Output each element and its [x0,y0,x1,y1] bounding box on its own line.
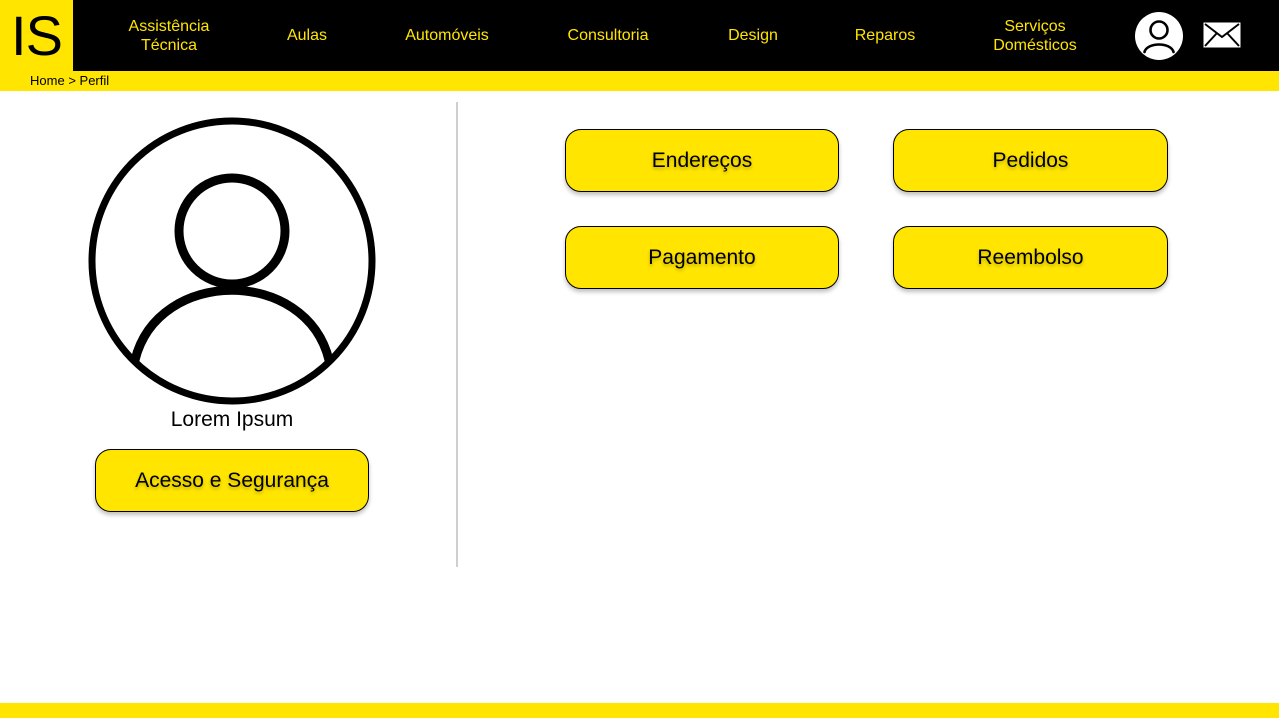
page: IS Assistência Técnica Aulas Automóveis … [0,0,1279,718]
nav-item-label: Serviços [1004,17,1066,35]
addresses-button[interactable]: Endereços [565,129,839,192]
nav-item-label: Técnica [140,36,197,54]
user-avatar-icon [88,117,376,405]
nav-item-label: Domésticos [993,36,1077,54]
footer-bar [0,703,1279,718]
nav-item-design[interactable]: Design [713,0,793,71]
nav-item-reparos[interactable]: Reparos [845,0,925,71]
nav-item-label: Design [728,27,778,44]
nav-item-consultoria[interactable]: Consultoria [553,0,663,71]
breadcrumb: Home > Perfil [30,73,109,88]
access-security-button[interactable]: Acesso e Segurança [95,449,369,512]
nav-item-aulas[interactable]: Aulas [267,0,347,71]
breadcrumb-separator: > [68,73,76,88]
profile-button[interactable] [1135,12,1183,60]
nav-item-label: Assistência [128,17,210,35]
nav-item-label: Aulas [286,27,328,44]
nav-item-label: Consultoria [567,27,649,44]
top-navigation-bar: IS Assistência Técnica Aulas Automóveis … [0,0,1279,71]
nav-item-label: Reparos [854,27,916,44]
nav-item-label: Automóveis [405,27,489,44]
brand-logo[interactable]: IS [0,0,73,71]
orders-button[interactable]: Pedidos [893,129,1168,192]
breadcrumb-home-link[interactable]: Home [30,73,65,88]
vertical-divider [456,102,458,567]
user-name: Lorem Ipsum [170,408,294,431]
breadcrumb-current: Perfil [79,73,110,88]
envelope-icon [1203,22,1241,48]
messages-button[interactable] [1203,22,1241,48]
payment-button[interactable]: Pagamento [565,226,839,289]
refund-button[interactable]: Reembolso [893,226,1168,289]
breadcrumb-bar: Home > Perfil [0,71,1279,91]
nav-item-assistencia-tecnica[interactable]: Assistência Técnica [114,0,224,71]
nav-item-automoveis[interactable]: Automóveis [392,0,502,71]
nav-item-servicos-domesticos[interactable]: Serviços Domésticos [980,0,1090,71]
user-circle-icon [1136,13,1182,59]
